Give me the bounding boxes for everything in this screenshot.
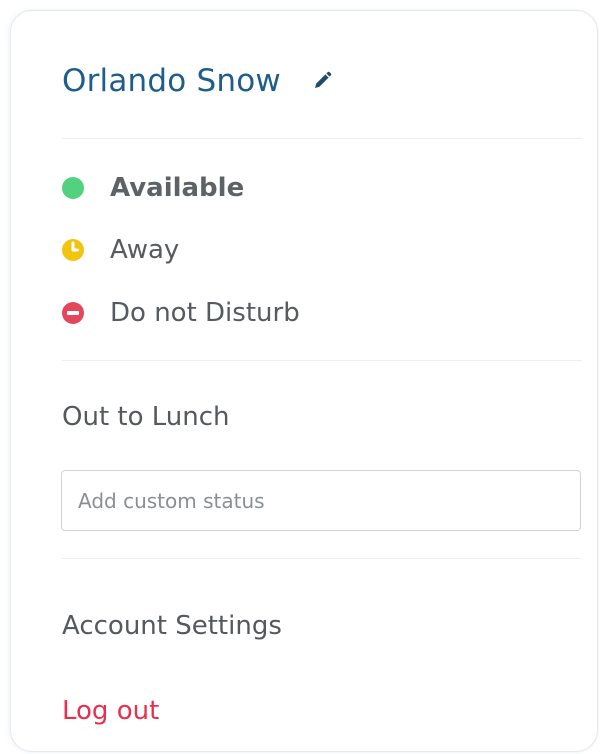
divider: [62, 138, 582, 139]
divider: [62, 360, 582, 361]
do-not-disturb-icon: [62, 302, 84, 324]
away-clock-icon: [62, 239, 84, 261]
account-settings-link[interactable]: Account Settings: [62, 611, 282, 641]
available-dot-icon: [62, 177, 84, 199]
status-dnd-label: Do not Disturb: [110, 298, 300, 328]
status-do-not-disturb[interactable]: Do not Disturb: [62, 298, 300, 328]
status-away[interactable]: Away: [62, 235, 179, 265]
log-out-link[interactable]: Log out: [62, 696, 159, 726]
status-away-label: Away: [110, 235, 180, 265]
status-menu-panel: Orlando Snow Available Away Do not Distu…: [10, 10, 598, 752]
pencil-icon[interactable]: [311, 70, 333, 92]
profile-header: Orlando Snow: [62, 63, 333, 99]
user-name[interactable]: Orlando Snow: [62, 63, 281, 99]
preset-status-out-to-lunch[interactable]: Out to Lunch: [62, 402, 230, 432]
status-available-label: Available: [110, 173, 245, 203]
divider: [62, 558, 582, 559]
custom-status-input[interactable]: [61, 470, 581, 531]
status-available[interactable]: Available: [62, 173, 244, 203]
